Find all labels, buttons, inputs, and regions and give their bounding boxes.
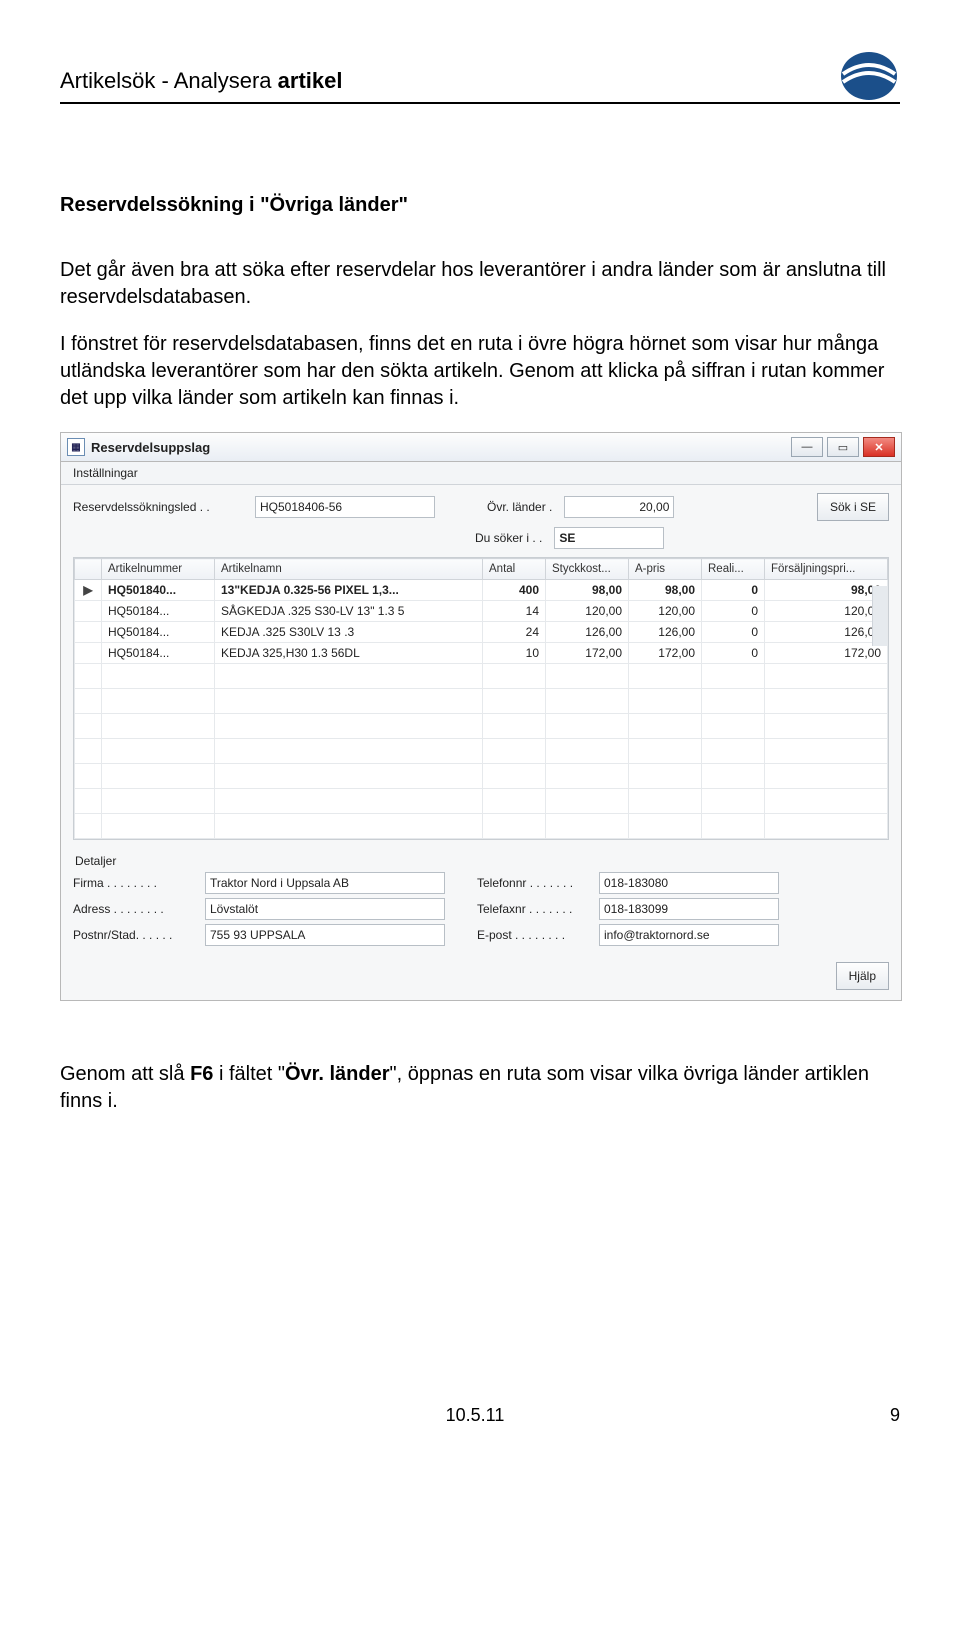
- title-bold: artikel: [278, 68, 343, 93]
- close-button[interactable]: ✕: [863, 437, 895, 457]
- label-firma: Firma . . . . . . . .: [73, 876, 193, 890]
- window-title: Reservdelsuppslag: [91, 440, 210, 455]
- help-button[interactable]: Hjälp: [836, 962, 889, 990]
- window-titlebar: ▦ Reservdelsuppslag — ▭ ✕: [61, 433, 901, 462]
- col-fpris[interactable]: Försäljningspri...: [765, 559, 888, 580]
- sok-button[interactable]: Sök i SE: [817, 493, 889, 521]
- menubar: Inställningar: [61, 462, 901, 485]
- table-row-empty: [75, 689, 888, 714]
- value-telefaxnr[interactable]: 018-183099: [599, 898, 779, 920]
- table-row-empty: [75, 764, 888, 789]
- footer-page: 9: [890, 1405, 900, 1426]
- after-mid: i fältet ": [213, 1063, 285, 1085]
- label-postnr: Postnr/Stad. . . . . .: [73, 928, 193, 942]
- label-telefaxnr: Telefaxnr . . . . . . .: [477, 902, 587, 916]
- after-pre: Genom att slå: [60, 1063, 190, 1085]
- label-ovr-lander: Övr. länder .: [487, 500, 552, 514]
- value-postnr[interactable]: 755 93 UPPSALA: [205, 924, 445, 946]
- value-firma[interactable]: Traktor Nord i Uppsala AB: [205, 872, 445, 894]
- table-row[interactable]: HQ50184...KEDJA .325 S30LV 13 .324126,00…: [75, 622, 888, 643]
- table-header-row: Artikelnummer Artikelnamn Antal Styckkos…: [75, 559, 888, 580]
- paragraph-2: I fönstret för reservdelsdatabasen, finn…: [60, 331, 900, 412]
- table-row[interactable]: HQ50184...SÅGKEDJA .325 S30-LV 13" 1.3 5…: [75, 601, 888, 622]
- label-adress: Adress . . . . . . . .: [73, 902, 193, 916]
- footer-date: 10.5.11: [446, 1405, 505, 1426]
- page-title: Artikelsök - Analysera artikel: [60, 68, 342, 102]
- section-heading: Reservdelssökning i "Övriga länder": [60, 194, 900, 217]
- table-row-empty: [75, 714, 888, 739]
- col-reali[interactable]: Reali...: [702, 559, 765, 580]
- paragraph-1: Det går även bra att söka efter reservde…: [60, 257, 900, 311]
- details-title: Detaljer: [75, 854, 889, 868]
- table-row[interactable]: ▶HQ501840...13"KEDJA 0.325-56 PIXEL 1,3.…: [75, 580, 888, 601]
- after-f6: F6: [190, 1063, 213, 1085]
- input-du-soker[interactable]: SE: [554, 527, 664, 549]
- minimize-button[interactable]: —: [791, 437, 823, 457]
- col-styckkost[interactable]: Styckkost...: [546, 559, 629, 580]
- table-row-empty: [75, 789, 888, 814]
- header-divider: [60, 102, 900, 104]
- company-logo: [838, 50, 900, 102]
- value-epost[interactable]: info@traktornord.se: [599, 924, 779, 946]
- reservdelsuppslag-window: ▦ Reservdelsuppslag — ▭ ✕ Inställningar …: [60, 432, 902, 1001]
- maximize-button[interactable]: ▭: [827, 437, 859, 457]
- paragraph-after: Genom att slå F6 i fältet "Övr. länder",…: [60, 1061, 900, 1115]
- col-artnr[interactable]: Artikelnummer: [102, 559, 215, 580]
- label-sokled: Reservdelssökningsled . .: [73, 500, 243, 514]
- table-row-empty: [75, 664, 888, 689]
- value-adress[interactable]: Lövstalöt: [205, 898, 445, 920]
- table-row[interactable]: HQ50184...KEDJA 325,H30 1.3 56DL10172,00…: [75, 643, 888, 664]
- title-plain: Artikelsök - Analysera: [60, 68, 278, 93]
- col-marker: [75, 559, 102, 580]
- label-epost: E-post . . . . . . . .: [477, 928, 587, 942]
- input-sokled[interactable]: HQ5018406-56: [255, 496, 435, 518]
- value-telefonnr[interactable]: 018-183080: [599, 872, 779, 894]
- input-ovr-lander[interactable]: 20,00: [564, 496, 674, 518]
- scrollbar[interactable]: [872, 586, 887, 646]
- col-antal[interactable]: Antal: [483, 559, 546, 580]
- label-telefonnr: Telefonnr . . . . . . .: [477, 876, 587, 890]
- col-apris[interactable]: A-pris: [629, 559, 702, 580]
- table-row-empty: [75, 814, 888, 839]
- results-table: Artikelnummer Artikelnamn Antal Styckkos…: [73, 557, 889, 840]
- col-artnamn[interactable]: Artikelnamn: [215, 559, 483, 580]
- label-du-soker: Du söker i . .: [475, 531, 542, 545]
- after-ovr: Övr. länder: [285, 1063, 390, 1085]
- menu-settings[interactable]: Inställningar: [69, 464, 142, 482]
- table-row-empty: [75, 739, 888, 764]
- window-icon: ▦: [67, 438, 85, 456]
